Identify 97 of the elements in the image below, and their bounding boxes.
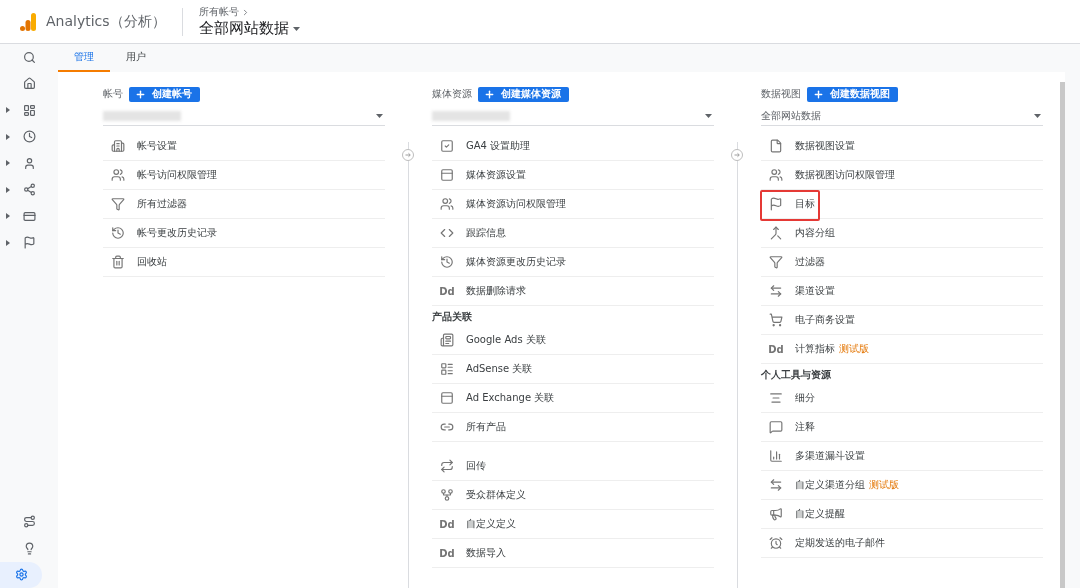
- menu-item[interactable]: 媒体资源设置: [432, 161, 714, 190]
- people-icon: [767, 168, 785, 182]
- menu-item[interactable]: 所有过滤器: [103, 190, 385, 219]
- column-label: 媒体资源: [432, 87, 472, 101]
- menu-item[interactable]: 媒体资源更改历史记录: [432, 248, 714, 277]
- menu-item[interactable]: Ad Exchange 关联: [432, 384, 714, 413]
- repeat-icon: [438, 459, 456, 473]
- product-name: Analytics（分析）: [46, 12, 166, 31]
- rail-button[interactable]: [0, 561, 42, 588]
- history-icon: [438, 255, 456, 269]
- branch-icon: [22, 183, 36, 197]
- create-button[interactable]: 创建帐号: [129, 86, 200, 102]
- menu-item[interactable]: 所有产品: [432, 413, 714, 442]
- menu-item[interactable]: 电子商务设置: [761, 306, 1043, 335]
- menu-item[interactable]: 细分: [761, 384, 1043, 413]
- menu-item[interactable]: 自定义渠道分组 测试版: [761, 471, 1043, 500]
- history-icon: [109, 226, 127, 240]
- menu-item[interactable]: 数据视图访问权限管理: [761, 161, 1043, 190]
- plus-icon: [813, 88, 824, 100]
- filter-icon: [109, 197, 127, 211]
- route-icon: [22, 515, 36, 529]
- beta-label: 测试版: [839, 342, 869, 356]
- menu-item[interactable]: 受众群体定义: [432, 481, 714, 510]
- menu-item[interactable]: 回传: [432, 452, 714, 481]
- home-icon: [22, 77, 36, 91]
- menu-item[interactable]: 帐号访问权限管理: [103, 161, 385, 190]
- caret-icon: [705, 113, 712, 118]
- section-heading: 个人工具与资源: [761, 368, 832, 382]
- menu-item[interactable]: 过滤器: [761, 248, 1043, 277]
- search-icon: [22, 50, 36, 64]
- dd-glyph: Dd: [438, 547, 456, 559]
- comment-icon: [767, 420, 785, 434]
- menu-item[interactable]: Dd 计算指标 测试版: [761, 335, 1043, 364]
- caret-icon: [1034, 113, 1041, 118]
- settings-icon: [14, 568, 28, 582]
- code-icon: [438, 226, 456, 240]
- card-icon: [22, 209, 36, 223]
- dd-glyph: Dd: [767, 343, 785, 355]
- checkbox-icon: [438, 139, 456, 153]
- arrow-circle-icon: [402, 149, 414, 161]
- people-icon: [109, 168, 127, 182]
- list-icon: [438, 362, 456, 376]
- panel-icon: [438, 391, 456, 405]
- menu-item[interactable]: 自定义提醒: [761, 500, 1043, 529]
- menu-item[interactable]: 媒体资源访问权限管理: [432, 190, 714, 219]
- caret-icon: [376, 113, 383, 118]
- dd-glyph: Dd: [438, 518, 456, 530]
- logo-icon: [20, 12, 36, 31]
- arrow-circle-icon: [731, 149, 743, 161]
- flag-icon: [22, 236, 36, 250]
- trash-icon: [109, 255, 127, 269]
- menu-item[interactable]: Google Ads 关联: [432, 326, 714, 355]
- create-button[interactable]: 创建数据视图: [807, 86, 898, 102]
- filter-icon: [767, 255, 785, 269]
- menu-item[interactable]: AdSense 关联: [432, 355, 714, 384]
- menu-item[interactable]: Dd 自定义定义: [432, 510, 714, 539]
- menu-item[interactable]: 跟踪信息: [432, 219, 714, 248]
- megaphone-icon: [767, 507, 785, 521]
- breadcrumb[interactable]: 所有帐号: [198, 5, 239, 19]
- menu-item[interactable]: 帐号更改历史记录: [103, 219, 385, 248]
- menu-item[interactable]: Dd 数据导入: [432, 539, 714, 568]
- menu-item[interactable]: 多渠道漏斗设置: [761, 442, 1043, 471]
- beta-label: 测试版: [869, 478, 899, 492]
- view-selector[interactable]: 全部网站数据: [198, 19, 300, 38]
- menu-item[interactable]: 目标: [761, 190, 1043, 219]
- column-label: 数据视图: [761, 87, 801, 101]
- panel-icon: [438, 168, 456, 182]
- bar-chart-icon: [767, 449, 785, 463]
- menu-item[interactable]: GA4 设置助理: [432, 132, 714, 161]
- select-dropdown[interactable]: 全部网站数据: [761, 106, 1043, 126]
- dd-glyph: Dd: [438, 285, 456, 297]
- clock-icon: [22, 130, 36, 144]
- section-heading: 产品关联: [432, 310, 473, 324]
- tab[interactable]: 用户: [110, 44, 162, 72]
- menu-item[interactable]: 帐号设置: [103, 132, 385, 161]
- cart-icon: [767, 313, 785, 327]
- people-icon: [438, 197, 456, 211]
- lines-icon: [767, 391, 785, 405]
- plus-icon: [135, 88, 146, 100]
- alarm-clock-icon: [767, 536, 785, 550]
- menu-item[interactable]: 内容分组: [761, 219, 1043, 248]
- menu-item[interactable]: 渠道设置: [761, 277, 1043, 306]
- menu-item[interactable]: 回收站: [103, 248, 385, 277]
- menu-item[interactable]: Dd 数据删除请求: [432, 277, 714, 306]
- caret-icon: [292, 26, 300, 31]
- person-icon: [22, 156, 36, 170]
- menu-item[interactable]: 数据视图设置: [761, 132, 1043, 161]
- menu-item[interactable]: 注释: [761, 413, 1043, 442]
- building-icon: [109, 139, 127, 153]
- menu-item[interactable]: 定期发送的电子邮件: [761, 529, 1043, 558]
- column-label: 帐号: [103, 87, 123, 101]
- create-button[interactable]: 创建媒体资源: [478, 86, 569, 102]
- dashboard-icon: [22, 103, 36, 117]
- link-icon: [438, 420, 456, 434]
- plus-icon: [484, 88, 495, 100]
- banner-icon: [438, 333, 456, 347]
- fork-icon: [438, 488, 456, 502]
